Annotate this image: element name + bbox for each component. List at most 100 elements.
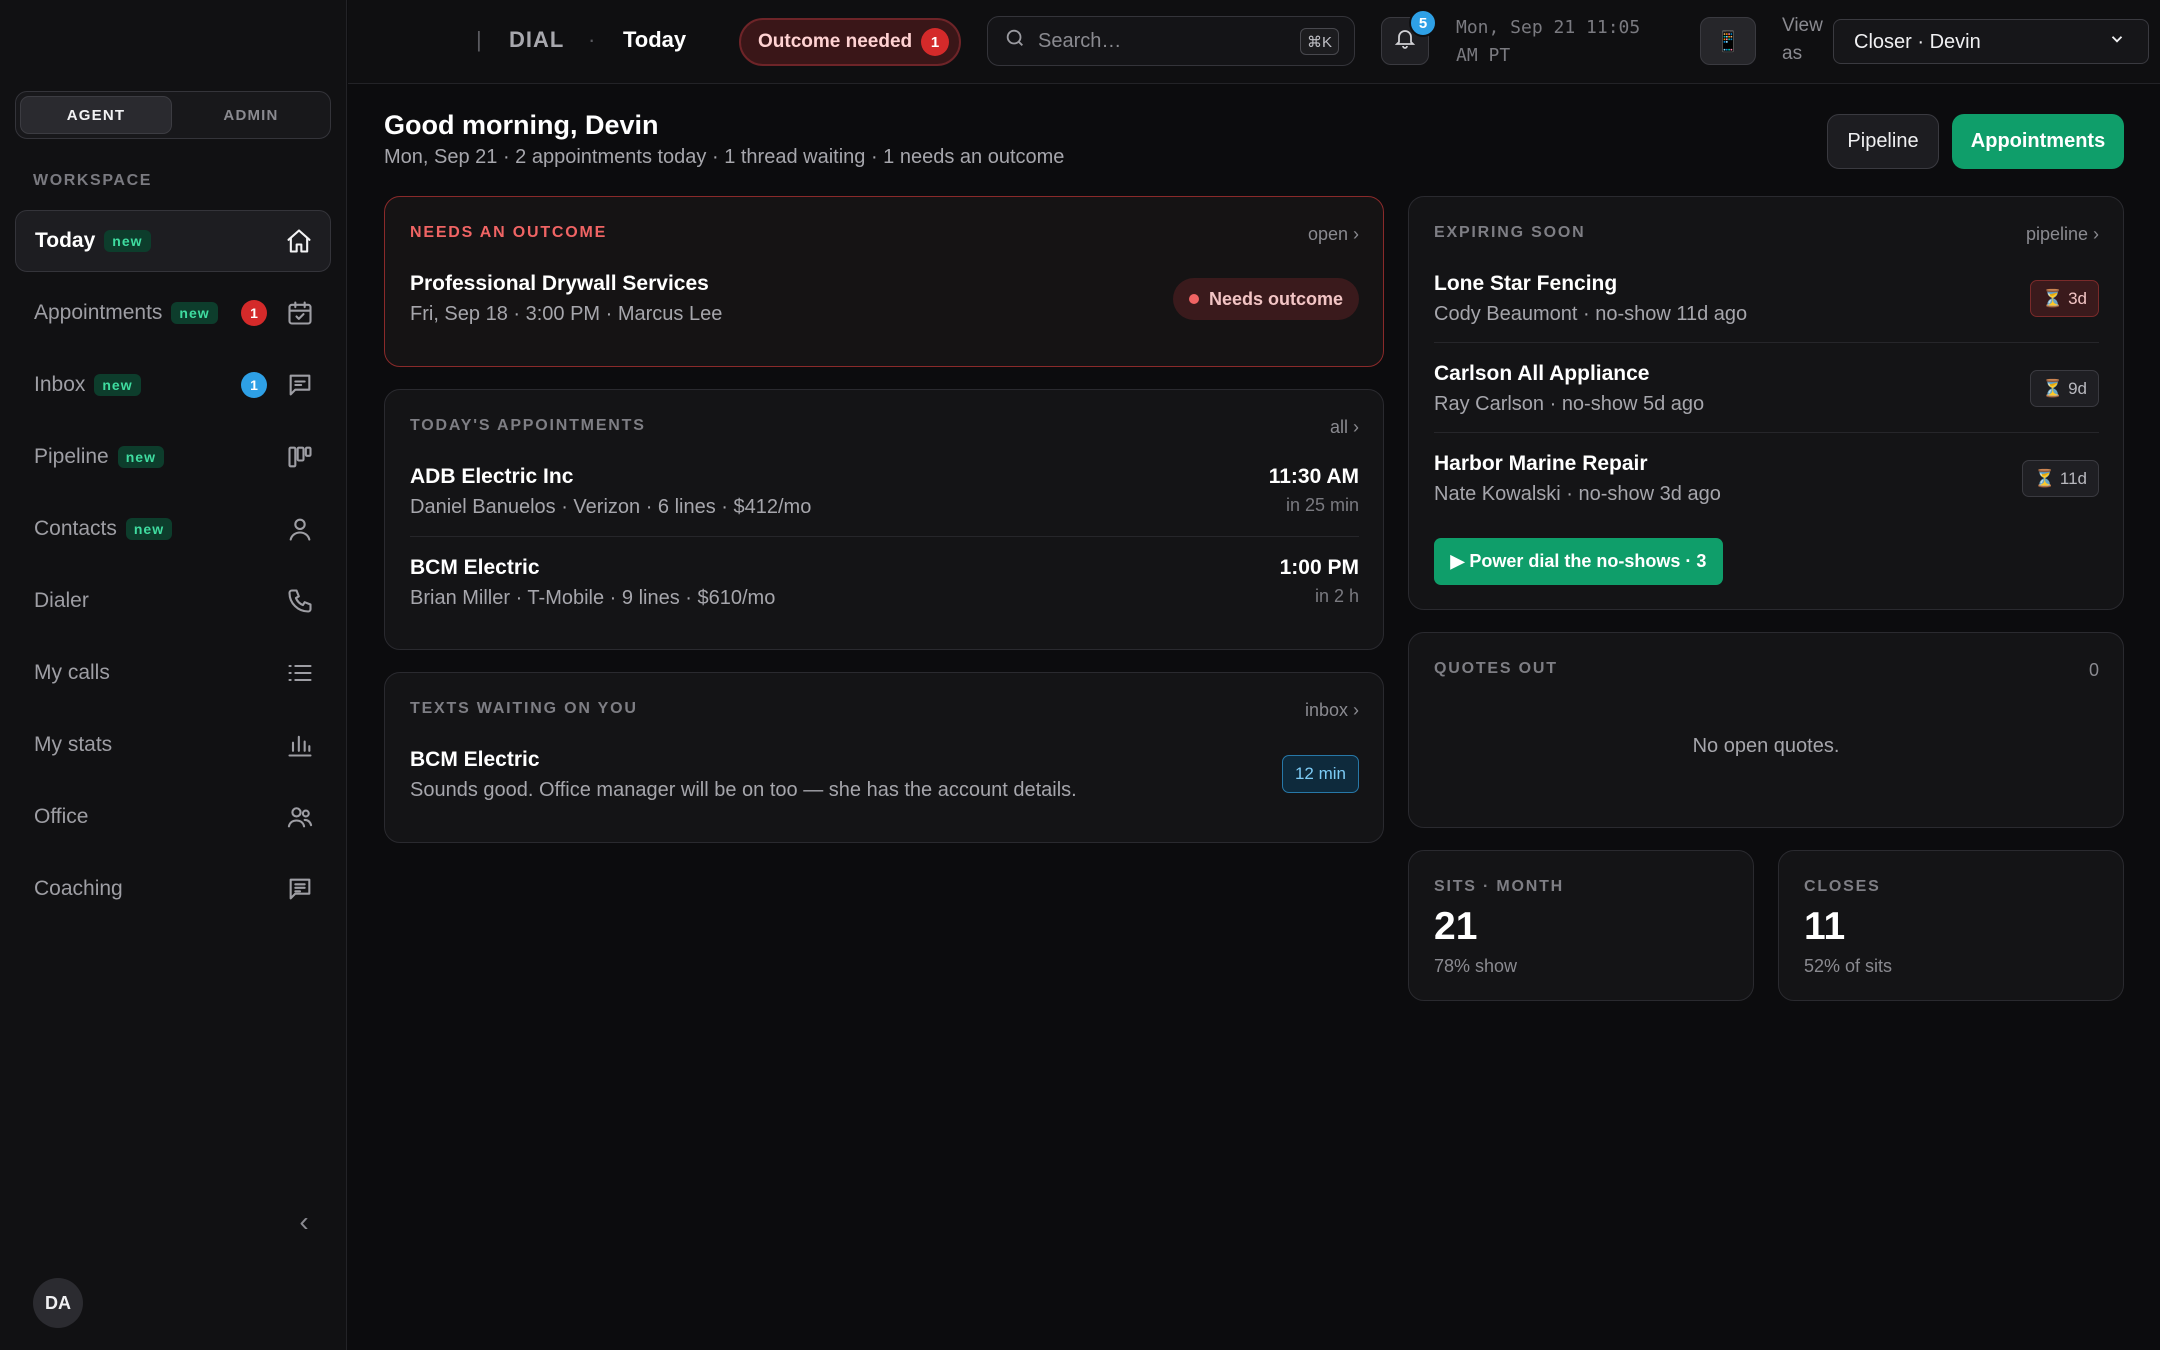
sidebar-item-label: Inbox (34, 373, 86, 396)
search-icon (1004, 27, 1026, 55)
sidebar-item-label: Contacts (34, 517, 117, 540)
time-relative: in 25 min (1285, 495, 1359, 515)
message-preview: Sounds good. Office manager will be on t… (410, 779, 1077, 801)
view-as-label: View as (1782, 12, 1823, 68)
expiring-row[interactable]: Carlson All Appliance Ray Carlson · no-s… (1434, 362, 2099, 416)
new-tag: new (117, 446, 164, 468)
notifications-button[interactable]: 5 (1381, 9, 1437, 65)
stat-subtext: 78% show (1434, 956, 1518, 976)
sidebar-item-contacts[interactable]: Contacts new (15, 498, 331, 560)
inbox-link[interactable]: inbox › (1305, 700, 1359, 721)
sidebar-item-coaching[interactable]: Coaching (15, 858, 331, 920)
workspace-label: WORKSPACE (33, 172, 152, 189)
open-link[interactable]: open › (1308, 224, 1359, 245)
inbox-count-badge: 1 (241, 372, 267, 398)
contact-meta: Cody Beaumont · no-show 11d ago (1434, 303, 1748, 325)
role-admin-tab[interactable]: ADMIN (176, 96, 326, 134)
needs-outcome-label: Needs outcome (1208, 288, 1343, 309)
sidebar-item-pipeline[interactable]: Pipeline new (15, 426, 331, 488)
outcome-needed-button[interactable]: Outcome needed 1 (739, 18, 961, 66)
chat-icon (285, 874, 315, 904)
sidebar-item-dialer[interactable]: Dialer (15, 570, 331, 632)
time-relative: in 2 h (1314, 586, 1359, 606)
sidebar-item-inbox[interactable]: Inbox new 1 (15, 354, 331, 416)
needs-outcome-badge[interactable]: Needs outcome (1172, 278, 1359, 320)
brand-name[interactable]: DIAL (509, 27, 564, 53)
sidebar-item-label: Dialer (34, 589, 89, 612)
text-thread-row[interactable]: BCM Electric Sounds good. Office manager… (410, 748, 1359, 802)
message-icon (285, 370, 315, 400)
sidebar-item-label: Coaching (34, 877, 123, 900)
appointment-meta: Daniel Banuelos · Verizon · 6 lines · $4… (410, 496, 812, 518)
expires-in-badge: ⏳ 11d (2022, 460, 2099, 497)
softphone-button[interactable]: 📱 (1700, 17, 1756, 65)
company-name: BCM Electric (410, 748, 540, 771)
datetime-line-1: Mon, Sep 21 11:05 (1456, 17, 1641, 38)
expiring-row[interactable]: Harbor Marine Repair Nate Kowalski · no-… (1434, 452, 2099, 506)
brand-separator: | (476, 27, 482, 52)
waiting-time-badge: 12 min (1281, 755, 1359, 793)
stat-subtext: 52% of sits (1804, 956, 1893, 976)
breadcrumb-current: Today (623, 27, 687, 52)
home-icon (284, 226, 314, 256)
contact-meta: Nate Kowalski · no-show 3d ago (1434, 483, 1721, 505)
sidebar-item-label: Appointments (34, 301, 163, 324)
appointments-count-badge: 1 (241, 300, 267, 326)
kanban-icon (285, 442, 315, 472)
texts-waiting-card: TEXTS WAITING ON YOU inbox › BCM Electri… (384, 672, 1384, 843)
people-icon (285, 802, 315, 832)
empty-state: No open quotes. (1692, 735, 1840, 757)
current-datetime: Mon, Sep 21 11:05 AM PT (1456, 14, 1656, 70)
contact-meta: Ray Carlson · no-show 5d ago (1434, 393, 1705, 415)
role-agent-tab[interactable]: AGENT (20, 96, 172, 134)
divider (410, 536, 1359, 537)
page-summary: Mon, Sep 21 · 2 appointments today · 1 t… (384, 146, 1065, 168)
sidebar-item-my-stats[interactable]: My stats (15, 714, 331, 776)
collapse-sidebar-icon[interactable]: ‹ (290, 1206, 318, 1237)
company-name: Carlson All Appliance (1434, 362, 1650, 385)
pipeline-button[interactable]: Pipeline (1827, 114, 1939, 169)
new-tag: new (104, 230, 151, 252)
datetime-line-2: AM PT (1456, 45, 1511, 66)
sidebar-item-label: My stats (34, 733, 113, 756)
appointment-row[interactable]: BCM Electric Brian Miller · T-Mobile · 9… (410, 556, 1359, 610)
appointments-button[interactable]: Appointments (1952, 114, 2124, 169)
stat-card-sits: SITS · MONTH 21 78% show (1408, 850, 1754, 1001)
notifications-count: 5 (1409, 9, 1437, 37)
sidebar-item-today[interactable]: Today new (15, 210, 331, 272)
time-value: 11:30 AM (1268, 465, 1359, 488)
quotes-count: 0 (2088, 660, 2099, 680)
search-input[interactable] (1038, 29, 1278, 53)
calendar-check-icon (285, 298, 315, 328)
view-as-line-1: View (1782, 15, 1823, 36)
appointment-row[interactable]: ADB Electric Inc Daniel Banuelos · Veriz… (410, 465, 1359, 519)
page-title: Good morning, Devin (384, 110, 659, 140)
expires-in-badge: ⏳ 3d (2030, 280, 2099, 317)
sidebar-item-office[interactable]: Office (15, 786, 331, 848)
new-tag: new (171, 302, 218, 324)
appointment-meta: Brian Miller · T-Mobile · 9 lines · $610… (410, 587, 776, 609)
new-tag: new (125, 518, 173, 540)
card-title: QUOTES OUT (1434, 660, 1558, 677)
divider (1434, 432, 2099, 433)
pipeline-link[interactable]: pipeline › (2026, 224, 2099, 245)
stat-title: CLOSES (1804, 878, 1881, 895)
sidebar-item-label: Today (35, 229, 96, 252)
view-as-select[interactable]: Closer · Devin (1833, 19, 2149, 64)
stat-title: SITS · MONTH (1434, 878, 1565, 895)
role-toggle: AGENT ADMIN (15, 91, 331, 139)
all-link[interactable]: all › (1330, 417, 1359, 438)
mobile-phone-icon: 📱 (1715, 30, 1741, 53)
power-dial-button[interactable]: ▶ Power dial the no-shows · 3 (1434, 538, 1723, 585)
sidebar-item-appointments[interactable]: Appointments new 1 (15, 282, 331, 344)
divider (1434, 342, 2099, 343)
sidebar-item-label: Pipeline (34, 445, 109, 468)
sidebar-nav: Today new Appointments new 1 Inbox new 1… (15, 210, 331, 930)
sidebar-item-label: Office (34, 805, 89, 828)
outcome-needed-count: 1 (921, 28, 949, 56)
avatar[interactable]: DA (33, 1278, 83, 1328)
sidebar-item-my-calls[interactable]: My calls (15, 642, 331, 704)
breadcrumb-dot: · (588, 27, 596, 52)
sidebar-item-label: My calls (34, 661, 110, 684)
expiring-row[interactable]: Lone Star Fencing Cody Beaumont · no-sho… (1434, 272, 2099, 326)
